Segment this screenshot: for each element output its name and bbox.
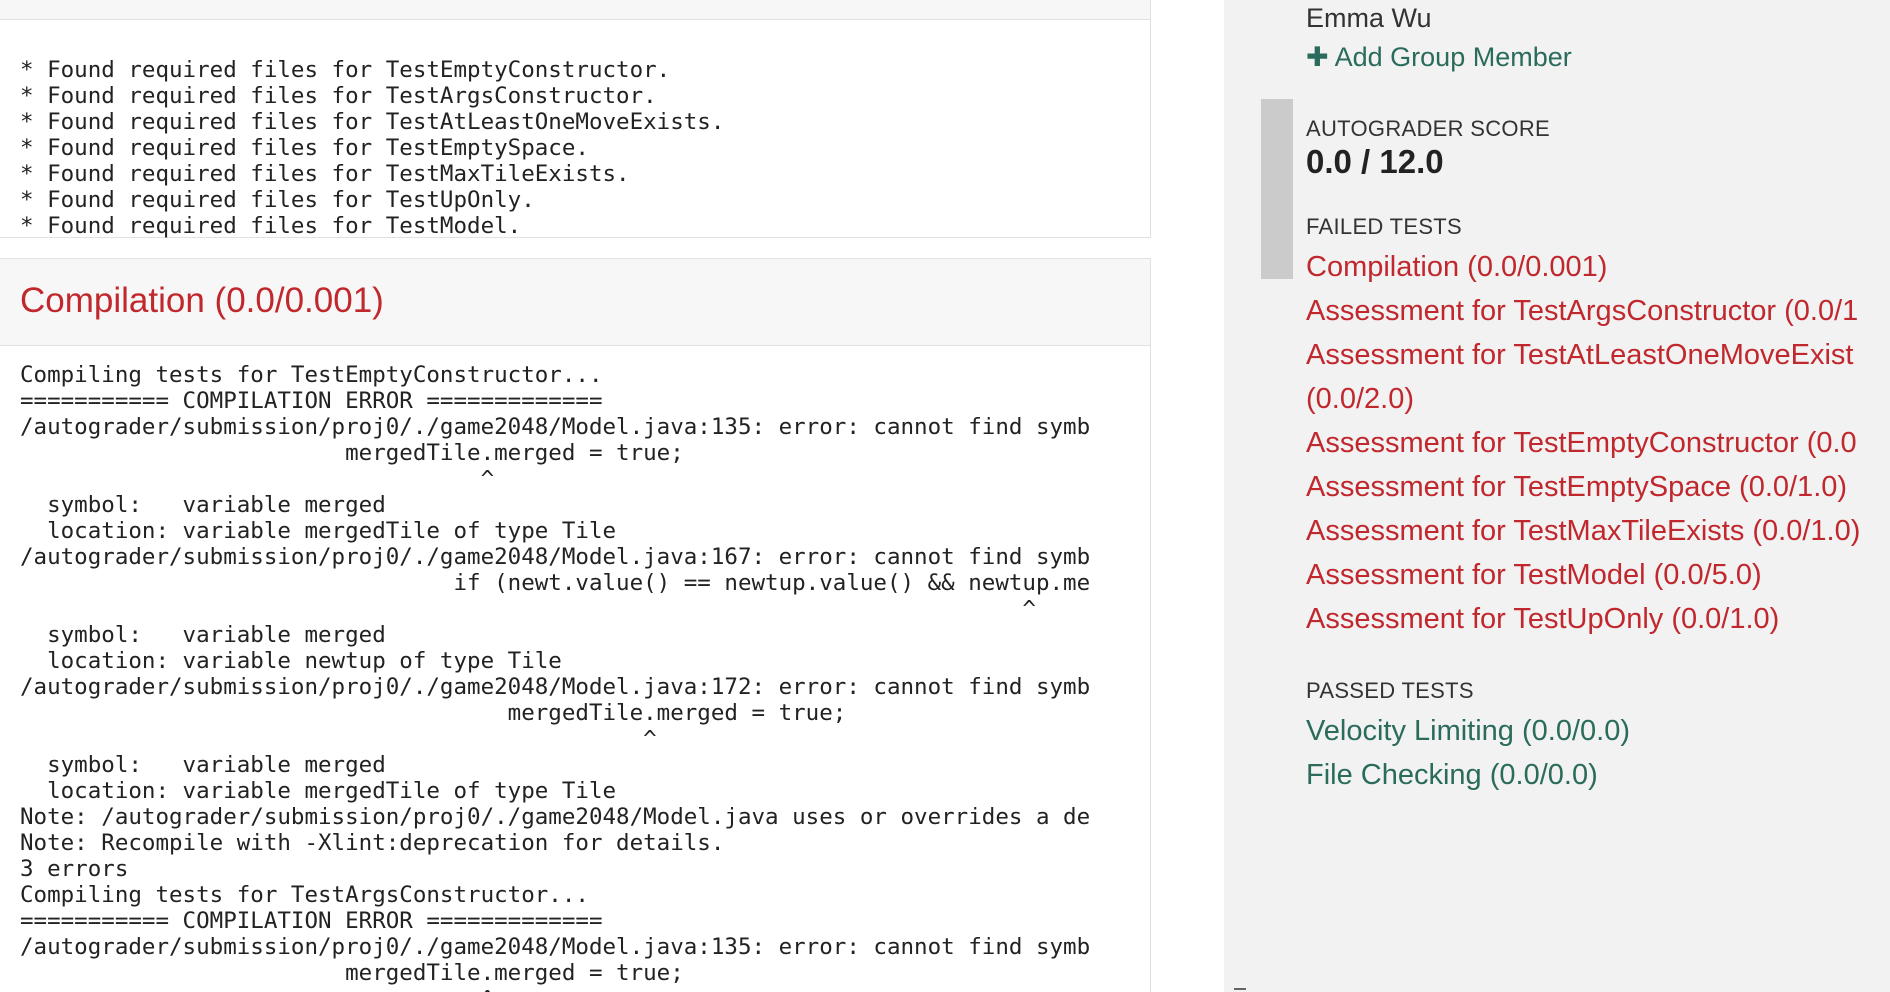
passed-tests-list: Velocity Limiting (0.0/0.0) File Checking… <box>1306 709 1630 797</box>
compilation-section-header: Compilation (0.0/0.001) <box>0 258 1151 346</box>
failed-test-item[interactable]: Compilation (0.0/0.001) <box>1306 245 1860 289</box>
add-group-member-link[interactable]: ✚ Add Group Member <box>1306 42 1572 73</box>
failed-tests-list: Compilation (0.0/0.001) Assessment for Te… <box>1306 245 1860 641</box>
page-gutter <box>1152 0 1224 992</box>
passed-tests-label: PASSED TESTS <box>1306 678 1474 703</box>
add-group-member-label: Add Group Member <box>1334 42 1572 72</box>
compilation-output[interactable]: Compiling tests for TestEmptyConstructor… <box>0 346 1151 992</box>
plus-icon: ✚ <box>1306 42 1329 72</box>
failed-test-item[interactable]: Assessment for TestModel (0.0/5.0) <box>1306 553 1860 597</box>
autograder-score-value: 0.0 / 12.0 <box>1306 143 1444 180</box>
sidebar-scrollbar-thumb[interactable] <box>1261 99 1293 279</box>
failed-test-item[interactable]: Assessment for TestAtLeastOneMoveExist <box>1306 333 1860 377</box>
previous-section-footer <box>0 0 1151 20</box>
failed-test-item[interactable]: Assessment for TestMaxTileExists (0.0/1.… <box>1306 509 1860 553</box>
autograder-score-label: AUTOGRADER SCORE <box>1306 116 1550 141</box>
failed-test-item[interactable]: Assessment for TestArgsConstructor (0.0/… <box>1306 289 1860 333</box>
sidebar-content: Emma Wu ✚ Add Group Member AUTOGRADER SCO… <box>1306 0 1890 992</box>
failed-test-item[interactable]: Assessment for TestEmptySpace (0.0/1.0) <box>1306 465 1860 509</box>
file-check-text: * Found required files for TestEmptyCons… <box>20 57 725 239</box>
resize-corner-mark <box>1234 988 1246 990</box>
failed-test-item[interactable]: Assessment for TestEmptyConstructor (0.0 <box>1306 421 1860 465</box>
compilation-section-title: Compilation (0.0/0.001) <box>20 281 384 320</box>
failed-test-item[interactable]: (0.0/2.0) <box>1306 377 1860 421</box>
file-check-output: * Found required files for TestEmptyCons… <box>0 20 1151 239</box>
results-panel: * Found required files for TestEmptyCons… <box>0 0 1152 992</box>
passed-test-item[interactable]: Velocity Limiting (0.0/0.0) <box>1306 709 1630 753</box>
failed-tests-label: FAILED TESTS <box>1306 214 1463 239</box>
failed-test-item[interactable]: Assessment for TestUpOnly (0.0/1.0) <box>1306 597 1860 641</box>
passed-test-item[interactable]: File Checking (0.0/0.0) <box>1306 753 1630 797</box>
group-member-name: Emma Wu <box>1306 3 1432 33</box>
compilation-output-text: Compiling tests for TestEmptyConstructor… <box>20 362 1091 992</box>
